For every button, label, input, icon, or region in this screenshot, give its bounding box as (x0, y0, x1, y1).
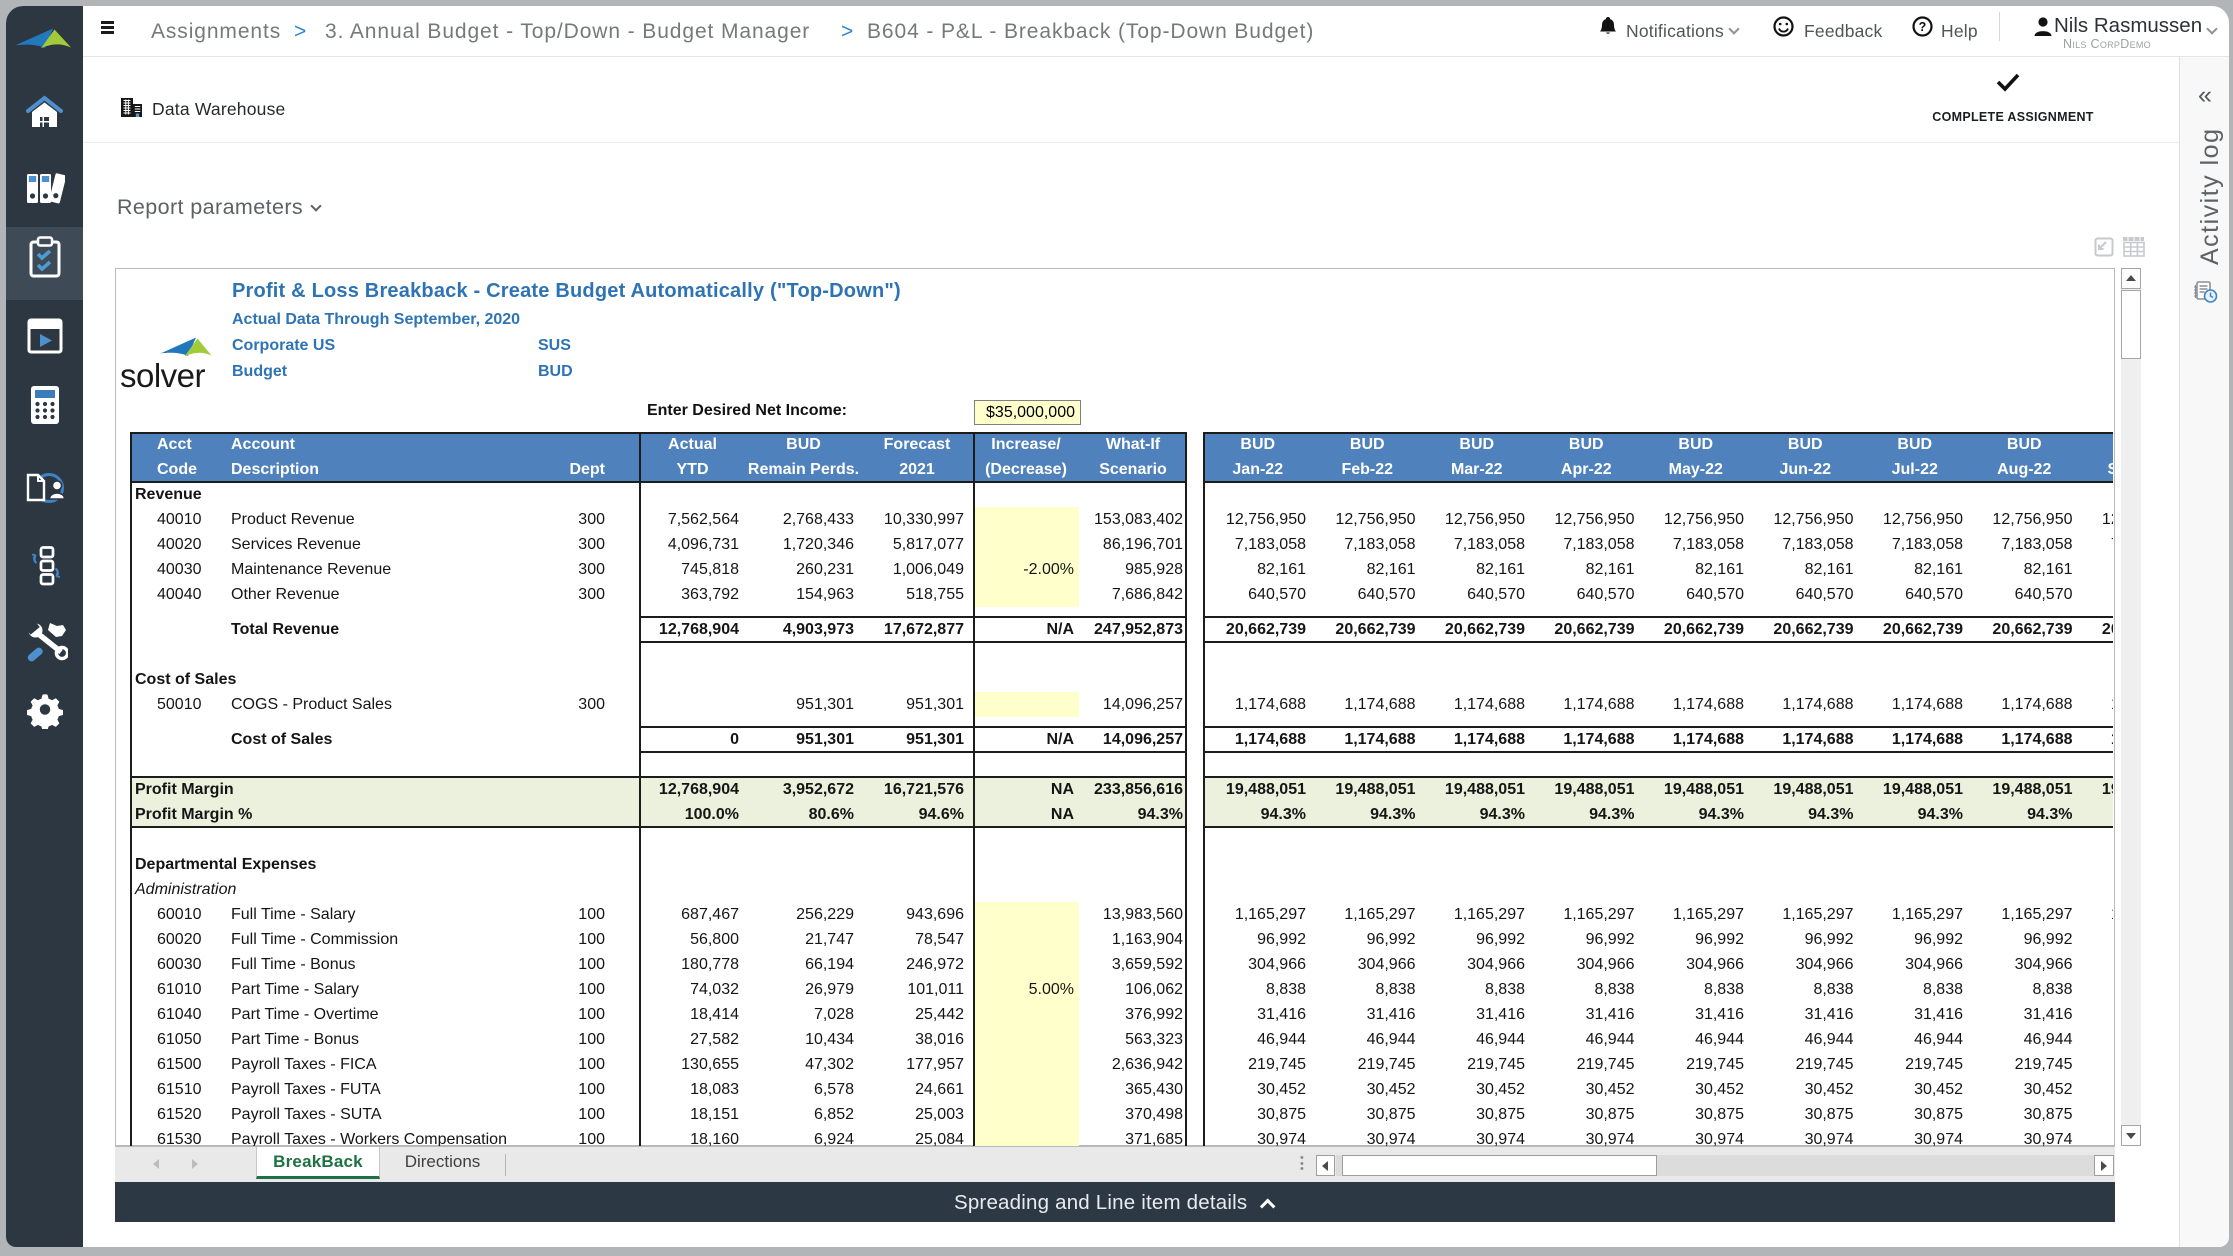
svg-text:?: ? (1919, 20, 1927, 34)
